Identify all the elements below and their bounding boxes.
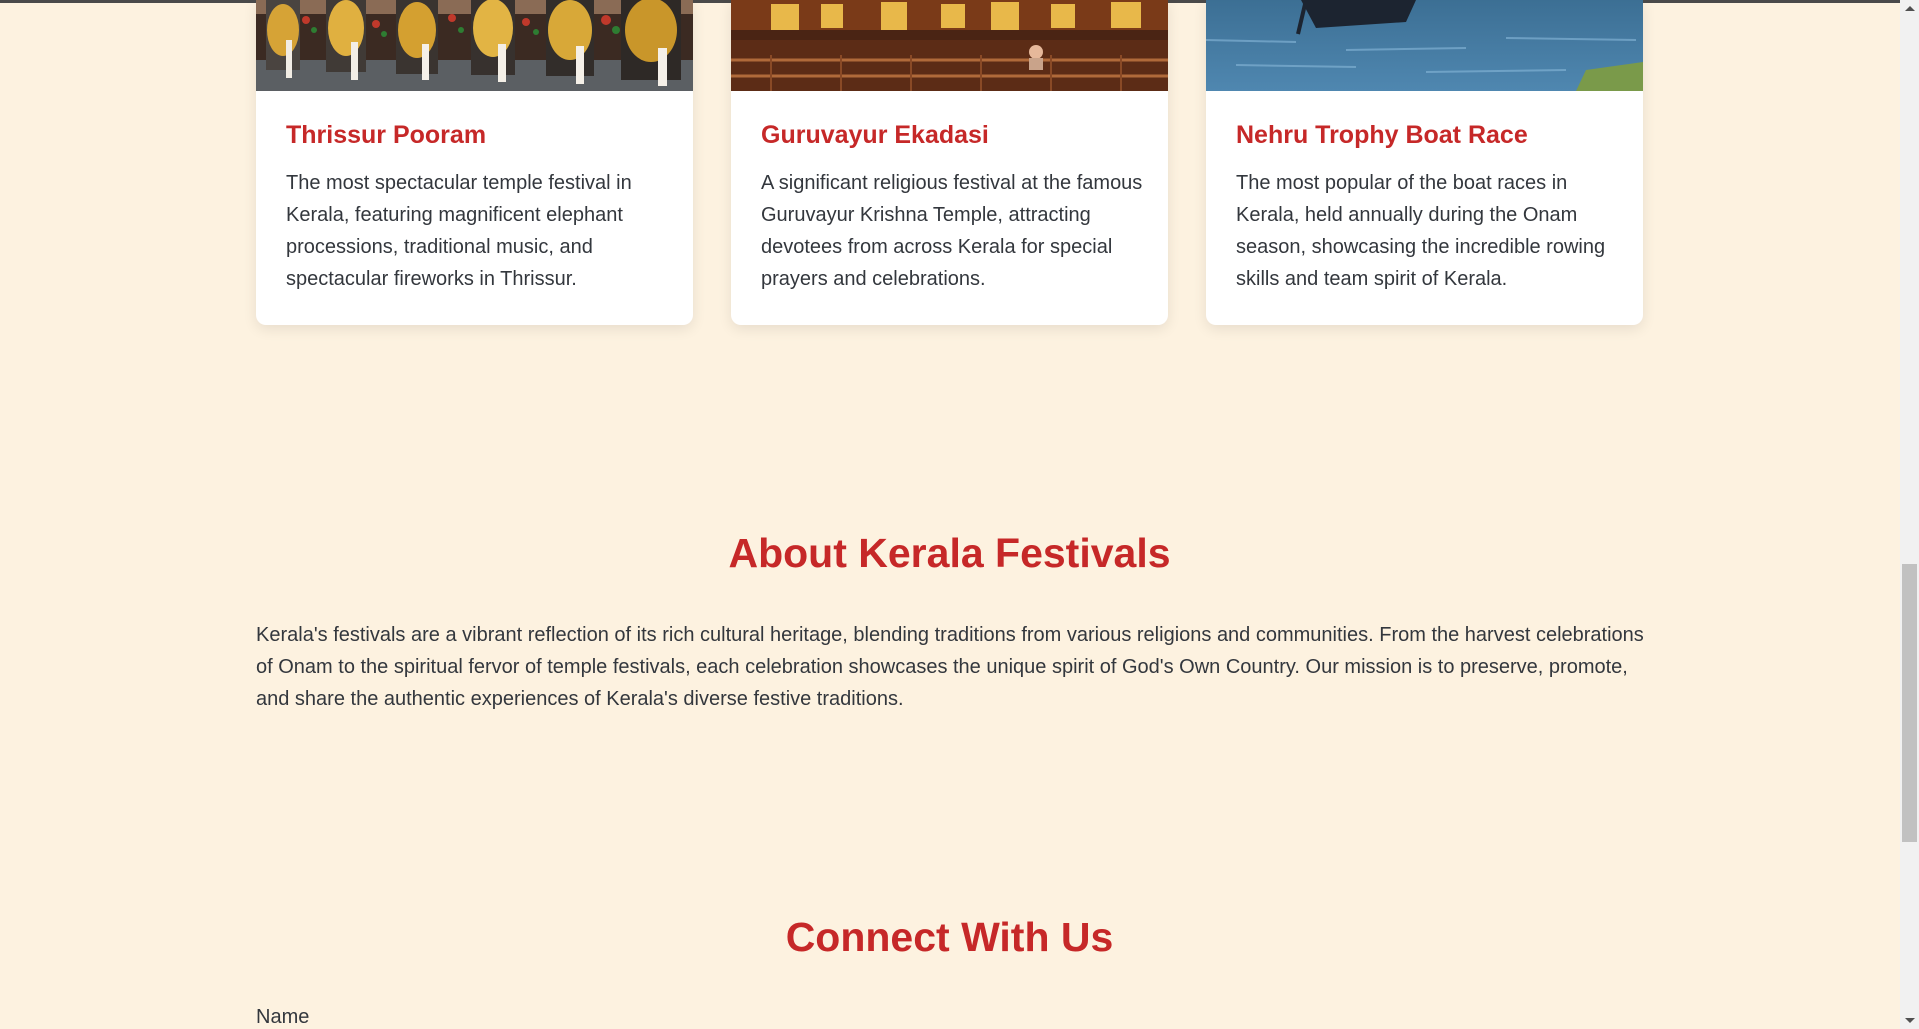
scroll-down-arrow-icon[interactable] (1905, 1018, 1915, 1023)
card-title: Nehru Trophy Boat Race (1236, 121, 1528, 149)
festival-card-thrissur-pooram[interactable]: Thrissur Pooram The most spectacular tem… (256, 0, 693, 325)
card-description: The most popular of the boat races in Ke… (1236, 172, 1606, 290)
page-scrollbar[interactable] (1900, 0, 1919, 1029)
festival-card-guruvayur-ekadasi[interactable]: Guruvayur Ekadasi A significant religiou… (731, 0, 1168, 325)
festival-card-nehru-trophy-boat-race[interactable]: Nehru Trophy Boat Race The most popular … (1206, 0, 1643, 325)
card-image-boat-race (1206, 0, 1643, 91)
contact-section-title: Connect With Us (785, 914, 1114, 960)
card-description: The most spectacular temple festival in … (286, 172, 632, 290)
card-image-elephants (256, 0, 693, 91)
about-section-text: Kerala's festivals are a vibrant reflect… (256, 624, 1644, 710)
card-image-temple (731, 0, 1168, 91)
about-section-title: About Kerala Festivals (728, 530, 1171, 576)
name-field-label: Name (256, 1006, 310, 1028)
scrollbar-thumb[interactable] (1902, 564, 1917, 842)
card-title: Guruvayur Ekadasi (761, 121, 989, 149)
scroll-up-arrow-icon[interactable] (1905, 6, 1915, 11)
card-title: Thrissur Pooram (286, 121, 487, 149)
card-description: A significant religious festival at the … (761, 172, 1143, 290)
